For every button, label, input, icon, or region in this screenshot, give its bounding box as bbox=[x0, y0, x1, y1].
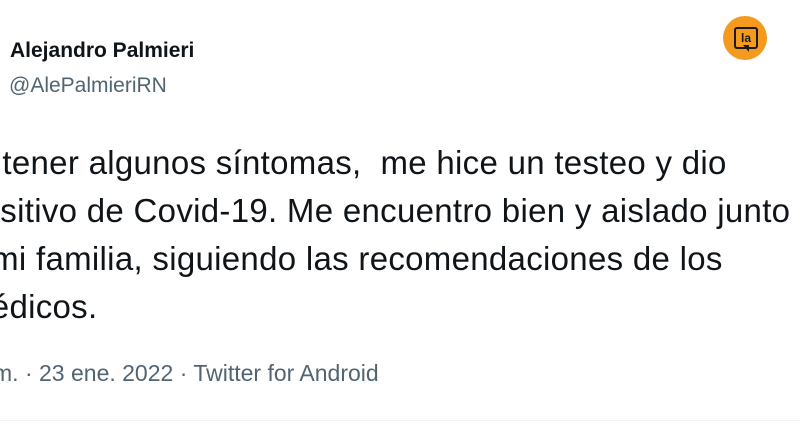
tweet-text-line: a mi familia, siguiendo las recomendacio… bbox=[0, 240, 723, 277]
tweet-card: Alejandro Palmieri @AlePalmieriRN la Al … bbox=[0, 0, 800, 445]
brand-logo: la bbox=[723, 16, 767, 60]
meta-separator: · bbox=[18, 360, 40, 386]
tweet-metadata: m. · 23 ene. 2022 · Twitter for Android bbox=[0, 360, 379, 387]
author-name[interactable]: Alejandro Palmieri bbox=[10, 39, 194, 63]
tweet-text-line: médicos. bbox=[0, 288, 98, 325]
divider bbox=[0, 420, 800, 421]
author-handle[interactable]: @AlePalmieriRN bbox=[9, 74, 167, 98]
tweet-date[interactable]: 23 ene. 2022 bbox=[39, 360, 173, 386]
tweet-time[interactable]: m. bbox=[0, 360, 19, 386]
tweet-text-line: positivo de Covid-19. Me encuentro bien … bbox=[0, 192, 791, 229]
tweet-text-line: Al tener algunos síntomas, me hice un te… bbox=[0, 144, 727, 181]
speech-bubble-tail bbox=[743, 45, 749, 52]
tweet-text: Al tener algunos síntomas, me hice un te… bbox=[0, 139, 800, 331]
tweet-source[interactable]: Twitter for Android bbox=[193, 360, 378, 386]
meta-separator: · bbox=[173, 360, 194, 386]
